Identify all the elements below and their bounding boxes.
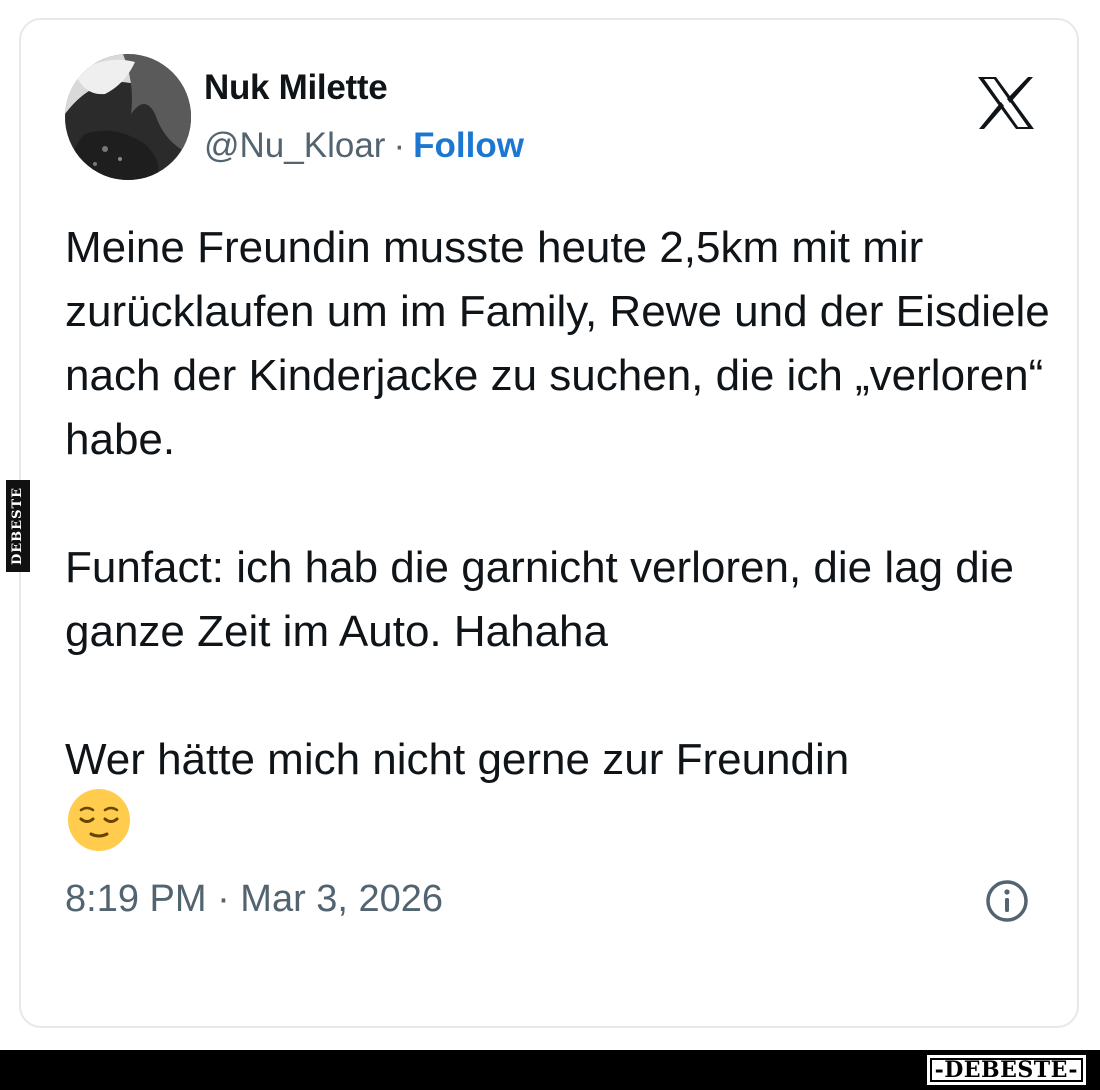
tweet-paragraph: Funfact: ich hab die garnicht verloren, …	[65, 543, 1015, 656]
relieved-face-emoji	[68, 789, 130, 851]
tweet-card: Nuk Milette @Nu_Kloar · Follow Meine Freun…	[19, 18, 1079, 1028]
author-display-name[interactable]: Nuk Milette	[204, 68, 388, 108]
side-watermark: DEBESTE	[6, 480, 30, 572]
author-avatar[interactable]	[65, 54, 191, 180]
page: Nuk Milette @Nu_Kloar · Follow Meine Freun…	[0, 0, 1100, 1090]
follow-button[interactable]: Follow	[413, 126, 524, 165]
avatar-photo	[65, 54, 191, 180]
tweet-timestamp[interactable]: 8:19 PM · Mar 3, 2026	[65, 878, 443, 921]
tweet-paragraph: Meine Freundin musste heute 2,5km mit mi…	[65, 223, 1050, 464]
bottom-watermark-bar: -DEBESTE-	[0, 1050, 1100, 1090]
info-circle-icon[interactable]	[984, 878, 1030, 924]
author-handle-row: @Nu_Kloar · Follow	[204, 126, 524, 166]
handle-separator: ·	[393, 126, 406, 165]
tweet-paragraph: Wer hätte mich nicht gerne zur Freundin	[65, 735, 850, 784]
author-handle[interactable]: @Nu_Kloar	[204, 126, 385, 165]
brand-logo: -DEBESTE-	[926, 1055, 1086, 1085]
x-logo-icon[interactable]	[976, 75, 1036, 131]
tweet-text: Meine Freundin musste heute 2,5km mit mi…	[65, 216, 1055, 792]
